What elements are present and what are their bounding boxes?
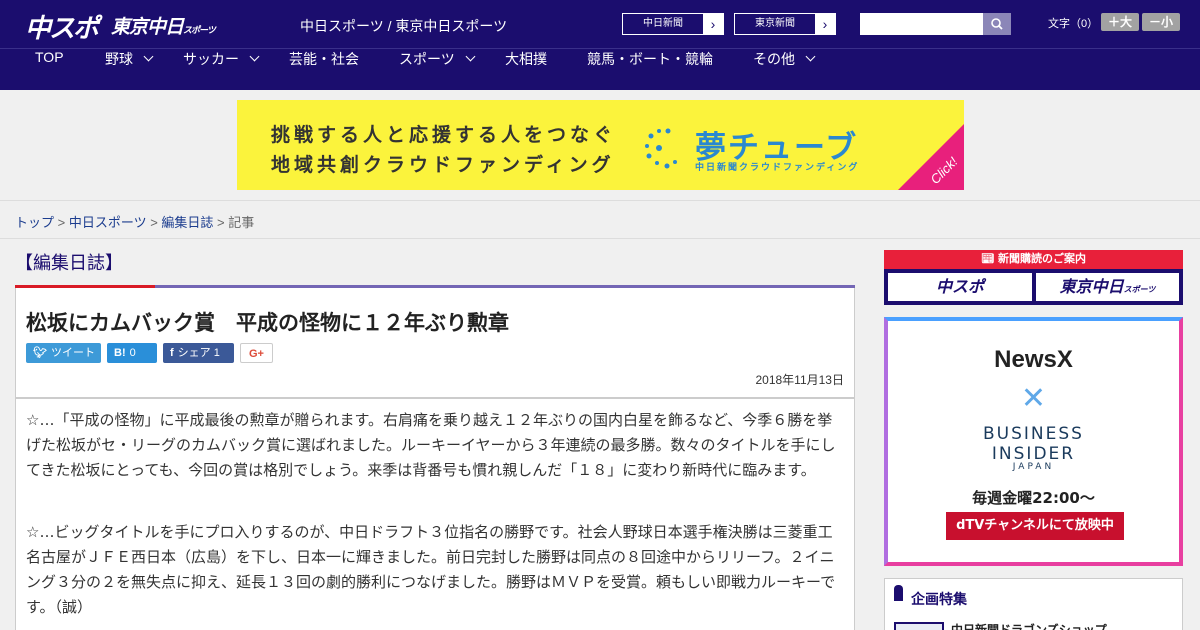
chevron-right-icon: › (703, 14, 723, 34)
google-plus-button[interactable]: G+ (240, 343, 273, 363)
breadcrumb-current: 記事 (228, 215, 255, 230)
nav-item-baseball[interactable]: 野球 (105, 49, 154, 91)
breadcrumb-link-top[interactable]: トップ (15, 215, 54, 230)
featured-title: 企画特集 (911, 592, 967, 608)
twitter-bird-icon: 🐦︎ (33, 347, 47, 359)
newsx-logo: NewsX (994, 346, 1073, 373)
facebook-count: 1 (213, 347, 220, 359)
subscribe-chuspo-button[interactable]: 中スポ (888, 273, 1032, 301)
chunichi-shimbun-label: 中日新聞 (643, 18, 683, 29)
banner-line-2: 地域共創クラウドファンディング (271, 154, 615, 176)
chevron-right-icon: › (815, 14, 835, 34)
nav-item-entertainment[interactable]: 芸能・社会 (289, 49, 359, 91)
facebook-share-label: シェア (177, 347, 211, 359)
chuspo-logo[interactable]: 中スポ (25, 8, 99, 45)
breadcrumb-bar: トップ > 中日スポーツ > 編集日誌 > 記事 (0, 200, 1200, 239)
nav-item-racing[interactable]: 競馬・ボート・競輪 (587, 49, 713, 91)
article-headline: 松坂にカムバック賞 平成の怪物に１２年ぶり勲章 (26, 311, 509, 335)
nav-item-other[interactable]: その他 (753, 49, 816, 91)
search-input[interactable] (860, 13, 983, 35)
font-size-decrease-button[interactable]: －小 (1142, 13, 1180, 31)
dragons-shop-thumbnail[interactable] (894, 622, 944, 630)
business-text: BUSINESS (983, 424, 1084, 444)
nav-item-sports[interactable]: スポーツ (399, 49, 476, 91)
facebook-share-button[interactable]: f シェア 1 (163, 343, 234, 363)
nav-item-sumo[interactable]: 大相撲 (505, 49, 547, 91)
hatena-count: 0 (129, 347, 136, 359)
article-date: 2018年11月13日 (755, 373, 844, 387)
chevron-down-icon (249, 51, 260, 62)
breadcrumb-separator: > (213, 215, 229, 230)
banner-brand-sub: 中日新聞クラウドファンディング (695, 163, 860, 173)
search-icon (991, 18, 1003, 30)
nav-label: 野球 (105, 51, 133, 67)
tweet-button[interactable]: 🐦︎ ツイート (26, 343, 101, 363)
insider-text: INSIDER (991, 444, 1076, 464)
subscription-box: 📰︎ 新聞購読のご案内 中スポ 東京中日スポーツ (884, 250, 1183, 305)
hatena-bookmark-button[interactable]: B! 0 (107, 343, 157, 363)
yume-tube-banner[interactable]: 挑戦する人と応援する人をつなぐ 地域共創クラウドファンディング 夢チューブ 中日… (237, 100, 964, 190)
nav-item-soccer[interactable]: サッカー (183, 49, 260, 91)
tokyo-shimbun-link[interactable]: 東京新聞 › (734, 13, 836, 35)
subscribe-tokyo-chunichi-label: 東京中日 (1059, 277, 1124, 296)
site-tagline: 中日スポーツ / 東京中日スポーツ (300, 18, 508, 34)
dtv-badge: dTVチャンネルにて放映中 (946, 512, 1124, 540)
banner-line-1: 挑戦する人と応援する人をつなぐ (271, 124, 617, 146)
font-size-increase-button[interactable]: ＋大 (1101, 13, 1139, 31)
nav-label: 芸能・社会 (289, 51, 359, 67)
nav-label: 大相撲 (505, 51, 547, 67)
banner-area: 挑戦する人と応援する人をつなぐ 地域共創クラウドファンディング 夢チューブ 中日… (0, 90, 1200, 200)
article-paragraph-2: ☆…ビッグタイトルを手にプロ入りするのが、中日ドラフト３位指名の勝野です。社会人… (26, 523, 836, 616)
site-header: 中スポ 東京中日スポーツ 中日スポーツ / 東京中日スポーツ 中日新聞 › 東京… (0, 0, 1200, 48)
subscribe-tokyo-chunichi-small: スポーツ (1123, 285, 1156, 294)
chevron-down-icon (143, 51, 154, 62)
yume-tube-logo-icon (645, 128, 677, 169)
nav-label: スポーツ (399, 51, 455, 67)
section-title[interactable]: 【編集日誌】 (15, 249, 123, 275)
global-nav: TOP 野球 サッカー 芸能・社会 スポーツ 大相撲 競馬・ボート・競輪 その他 (0, 48, 1200, 90)
nav-label: その他 (753, 51, 795, 67)
tokyo-chunichi-logo-text: 東京中日 (111, 16, 184, 38)
collab-x-icon: ✕ (1020, 381, 1047, 416)
subscribe-tokyo-chunichi-button[interactable]: 東京中日スポーツ (1036, 273, 1179, 301)
featured-item-dragons-shop[interactable]: 中日新聞ドラゴンズショップ (951, 621, 1107, 630)
facebook-icon: f (170, 347, 174, 359)
nav-label: TOP (35, 49, 64, 65)
ribbon-icon (894, 585, 903, 601)
ad-schedule: 毎週金曜22:00〜 (972, 489, 1095, 507)
tokyo-chunichi-logo[interactable]: 東京中日スポーツ (111, 12, 216, 39)
business-insider-logo: BUSINESS INSIDER (888, 424, 1179, 464)
newsx-ad[interactable]: NewsX ✕ BUSINESS INSIDER JAPAN 毎週金曜22:00〜… (884, 317, 1183, 566)
hatena-icon: B! (114, 347, 126, 359)
nav-label: 競馬・ボート・競輪 (587, 51, 713, 67)
breadcrumb-link-chuspo[interactable]: 中日スポーツ (69, 215, 147, 230)
chevron-down-icon (465, 51, 476, 62)
breadcrumb-link-diary[interactable]: 編集日誌 (161, 215, 213, 230)
subscription-heading: 📰︎ 新聞購読のご案内 (884, 250, 1183, 269)
breadcrumb-separator: > (54, 215, 69, 230)
article-paragraph-1: ☆…「平成の怪物」に平成最後の勲章が贈られます。右肩痛を乗り越え１２年ぶりの国内… (26, 411, 836, 479)
tokyo-shimbun-label: 東京新聞 (755, 18, 795, 29)
chunichi-shimbun-link[interactable]: 中日新聞 › (622, 13, 724, 35)
nav-item-top[interactable]: TOP (35, 49, 64, 91)
font-size-label: 文字（0） (1048, 18, 1099, 30)
search-button[interactable] (983, 13, 1011, 35)
breadcrumb-separator: > (146, 215, 162, 230)
tokyo-chunichi-logo-small: スポーツ (183, 26, 216, 36)
tweet-label: ツイート (50, 347, 95, 359)
japan-text: JAPAN (1012, 462, 1055, 472)
breadcrumb: トップ > 中日スポーツ > 編集日誌 > 記事 (15, 212, 254, 231)
subscription-heading-text: 新聞購読のご案内 (998, 253, 1087, 265)
nav-label: サッカー (183, 51, 239, 67)
chevron-down-icon (805, 51, 816, 62)
